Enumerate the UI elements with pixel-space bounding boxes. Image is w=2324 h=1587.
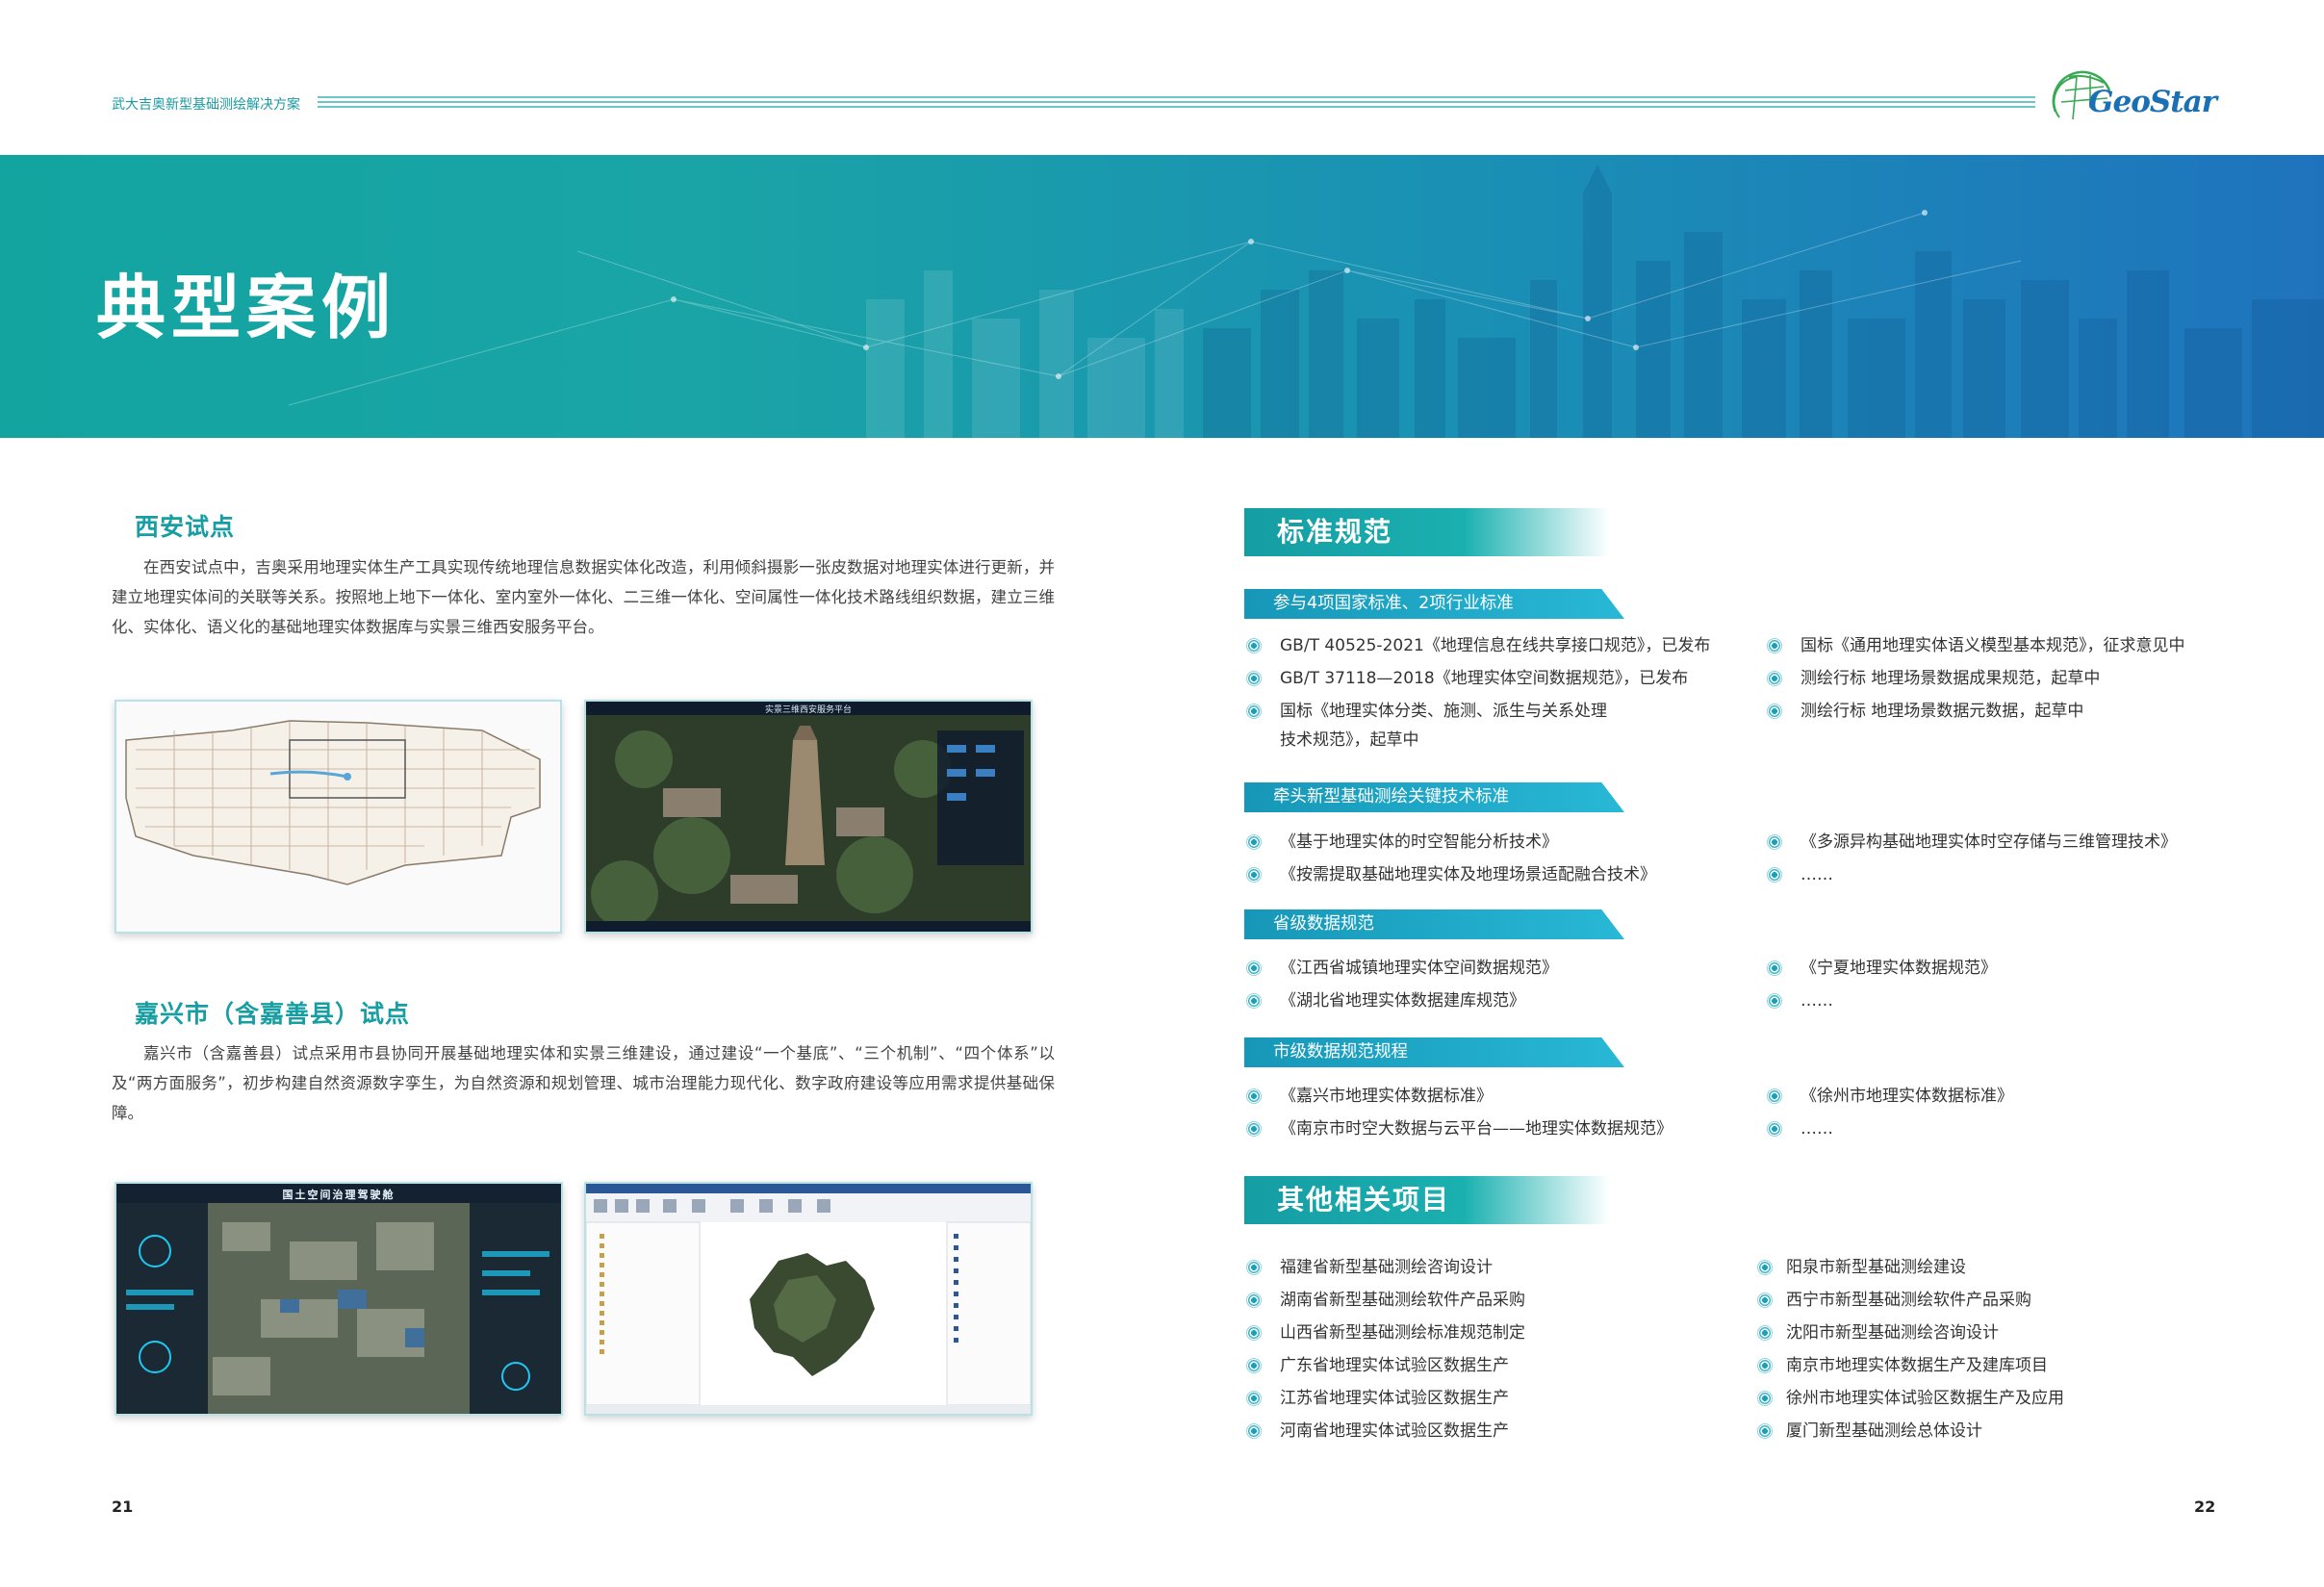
standard-item: GB/T 37118—2018《地理实体空间数据规范》，已发布 bbox=[1280, 669, 1689, 688]
bullet-icon bbox=[1767, 867, 1782, 883]
geostar-logo: GeoStar bbox=[2088, 85, 2217, 119]
header-rule bbox=[318, 96, 2035, 109]
cockpit-title-text: 国土空间治理驾驶舱 bbox=[282, 1189, 396, 1201]
standard-item: GB/T 40525-2021《地理信息在线共享接口规范》，已发布 bbox=[1280, 636, 1711, 655]
bullet-icon bbox=[1246, 1088, 1262, 1104]
bullet-icon bbox=[1757, 1391, 1773, 1406]
standard-item: 《基于地理实体的时空智能分析技术》 bbox=[1280, 832, 1558, 852]
banner: 典型案例 bbox=[0, 155, 2324, 438]
bullet-icon bbox=[1246, 1260, 1262, 1275]
page-number-right: 22 bbox=[2194, 1497, 2216, 1516]
project-item: 徐州市地理实体试验区数据生产及应用 bbox=[1786, 1389, 2064, 1408]
standards-tag-4: 市级数据规范规程 bbox=[1244, 1037, 1624, 1067]
bullet-icon bbox=[1767, 671, 1782, 686]
bullet-icon bbox=[1246, 1325, 1262, 1341]
bullet-icon bbox=[1246, 834, 1262, 850]
standard-item: 国标《通用地理实体语义模型基本规范》，征求意见中 bbox=[1800, 636, 2185, 655]
platform-title-text: 实景三维西安服务平台 bbox=[764, 705, 852, 715]
standard-item: 《江西省城镇地理实体空间数据规范》 bbox=[1280, 959, 1558, 978]
bullet-icon bbox=[1246, 671, 1262, 686]
standard-item: 测绘行标 地理场景数据元数据，起草中 bbox=[1800, 702, 2084, 721]
standard-item: 《宁夏地理实体数据规范》 bbox=[1800, 959, 1997, 978]
bullet-icon bbox=[1246, 867, 1262, 883]
banner-title: 典型案例 bbox=[96, 268, 397, 348]
bullet-icon bbox=[1757, 1358, 1773, 1373]
standard-item: 《徐州市地理实体数据标准》 bbox=[1800, 1087, 2013, 1106]
bullet-icon bbox=[1246, 638, 1262, 653]
project-item: 阳泉市新型基础测绘建设 bbox=[1786, 1258, 1966, 1277]
document-header-title: 武大吉奥新型基础测绘解决方案 bbox=[112, 97, 300, 113]
bullet-icon bbox=[1767, 704, 1782, 719]
projects-heading: 其他相关项目 bbox=[1244, 1176, 1610, 1224]
bullet-icon bbox=[1246, 960, 1262, 976]
xian-section-title: 西安试点 bbox=[135, 513, 236, 541]
project-item: 西宁市新型基础测绘软件产品采购 bbox=[1786, 1291, 2031, 1310]
project-item: 江苏省地理实体试验区数据生产 bbox=[1280, 1389, 1509, 1408]
bullet-icon bbox=[1767, 638, 1782, 653]
project-item: 河南省地理实体试验区数据生产 bbox=[1280, 1421, 1509, 1441]
bullet-icon bbox=[1767, 960, 1782, 976]
bullet-icon bbox=[1246, 704, 1262, 719]
jiaxing-cockpit-screenshot: 国土空间治理驾驶舱 bbox=[115, 1182, 563, 1416]
bullet-icon bbox=[1246, 1293, 1262, 1308]
bullet-icon bbox=[1757, 1423, 1773, 1439]
project-item: 南京市地理实体数据生产及建库项目 bbox=[1786, 1356, 2048, 1375]
standard-item: 《多源异构基础地理实体时空存储与三维管理技术》 bbox=[1800, 832, 2177, 852]
project-item: 厦门新型基础测绘总体设计 bbox=[1786, 1421, 1982, 1441]
standard-item: 《按需提取基础地理实体及地理场景适配融合技术》 bbox=[1280, 865, 1656, 884]
jiaxing-section-title: 嘉兴市（含嘉善县）试点 bbox=[135, 1000, 411, 1028]
bullet-icon bbox=[1767, 1121, 1782, 1137]
standards-tag-3: 省级数据规范 bbox=[1244, 909, 1624, 939]
bullet-icon bbox=[1767, 1088, 1782, 1104]
bullet-icon bbox=[1246, 1423, 1262, 1439]
standard-item: 《南京市时空大数据与云平台——地理实体数据规范》 bbox=[1280, 1119, 1673, 1139]
page-number-left: 21 bbox=[112, 1497, 134, 1516]
xian-map-screenshot bbox=[115, 700, 562, 934]
bullet-icon bbox=[1246, 1358, 1262, 1373]
standard-item: 《嘉兴市地理实体数据标准》 bbox=[1280, 1087, 1493, 1106]
bullet-icon bbox=[1246, 993, 1262, 1009]
bullet-icon bbox=[1767, 834, 1782, 850]
jiaxing-software-screenshot bbox=[584, 1182, 1033, 1416]
standards-heading: 标准规范 bbox=[1244, 508, 1610, 556]
project-item: 湖南省新型基础测绘软件产品采购 bbox=[1280, 1291, 1525, 1310]
project-item: 福建省新型基础测绘咨询设计 bbox=[1280, 1258, 1493, 1277]
jiaxing-description: 嘉兴市（含嘉善县）试点采用市县协同开展基础地理实体和实景三维建设，通过建设“一个… bbox=[112, 1044, 1055, 1122]
bullet-icon bbox=[1767, 993, 1782, 1009]
standard-item: …… bbox=[1800, 1119, 1833, 1139]
bullet-icon bbox=[1246, 1121, 1262, 1137]
xian-3d-platform-screenshot: 实景三维西安服务平台 bbox=[584, 700, 1033, 934]
bullet-icon bbox=[1246, 1391, 1262, 1406]
project-item: 山西省新型基础测绘标准规范制定 bbox=[1280, 1323, 1525, 1343]
standard-item: 《湖北省地理实体数据建库规范》 bbox=[1280, 991, 1525, 1011]
standard-item: …… bbox=[1800, 865, 1833, 884]
standards-tag-1: 参与4项国家标准、2项行业标准 bbox=[1244, 589, 1624, 619]
standards-tag-2: 牵头新型基础测绘关键技术标准 bbox=[1244, 782, 1624, 812]
xian-description: 在西安试点中，吉奥采用地理实体生产工具实现传统地理信息数据实体化改造，利用倾斜摄… bbox=[112, 558, 1055, 636]
project-item: 沈阳市新型基础测绘咨询设计 bbox=[1786, 1323, 1999, 1343]
standard-item: 测绘行标 地理场景数据成果规范，起草中 bbox=[1800, 669, 2101, 688]
standard-item: 国标《地理实体分类、施测、派生与关系处理 bbox=[1280, 702, 1607, 721]
bullet-icon bbox=[1757, 1260, 1773, 1275]
bullet-icon bbox=[1757, 1325, 1773, 1341]
project-item: 广东省地理实体试验区数据生产 bbox=[1280, 1356, 1509, 1375]
standard-item-continued: 技术规范》，起草中 bbox=[1280, 730, 1419, 750]
standard-item: …… bbox=[1800, 991, 1833, 1011]
bullet-icon bbox=[1757, 1293, 1773, 1308]
